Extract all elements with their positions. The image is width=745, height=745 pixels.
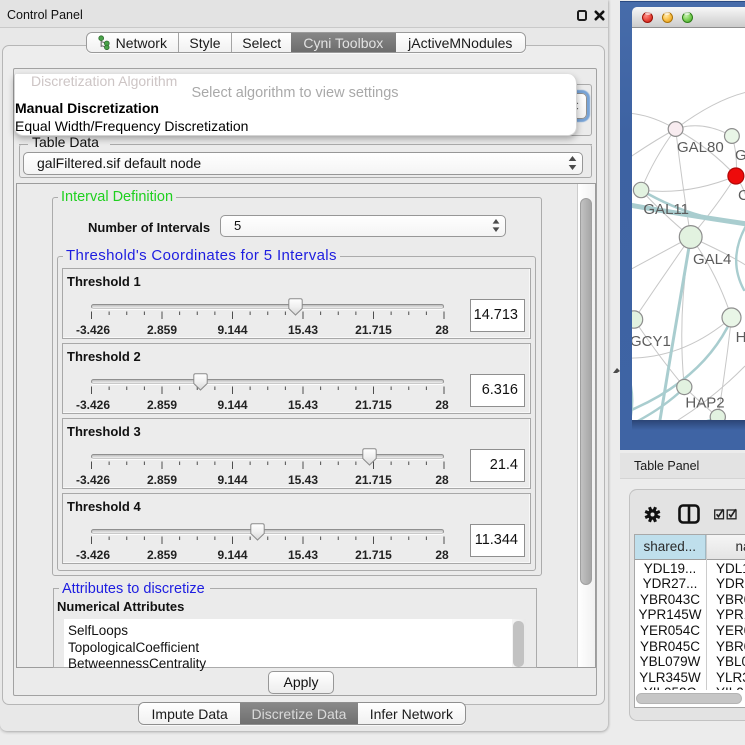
- svg-text:GCY1: GCY1: [632, 333, 671, 350]
- svg-text:H: H: [736, 329, 745, 346]
- svg-text:GA: GA: [735, 147, 745, 164]
- svg-text:C: C: [738, 187, 745, 204]
- svg-text:GAL11: GAL11: [643, 201, 689, 218]
- svg-text:HAP2: HAP2: [685, 395, 724, 412]
- svg-text:GAL80: GAL80: [677, 139, 724, 156]
- svg-text:GAL4: GAL4: [693, 251, 731, 268]
